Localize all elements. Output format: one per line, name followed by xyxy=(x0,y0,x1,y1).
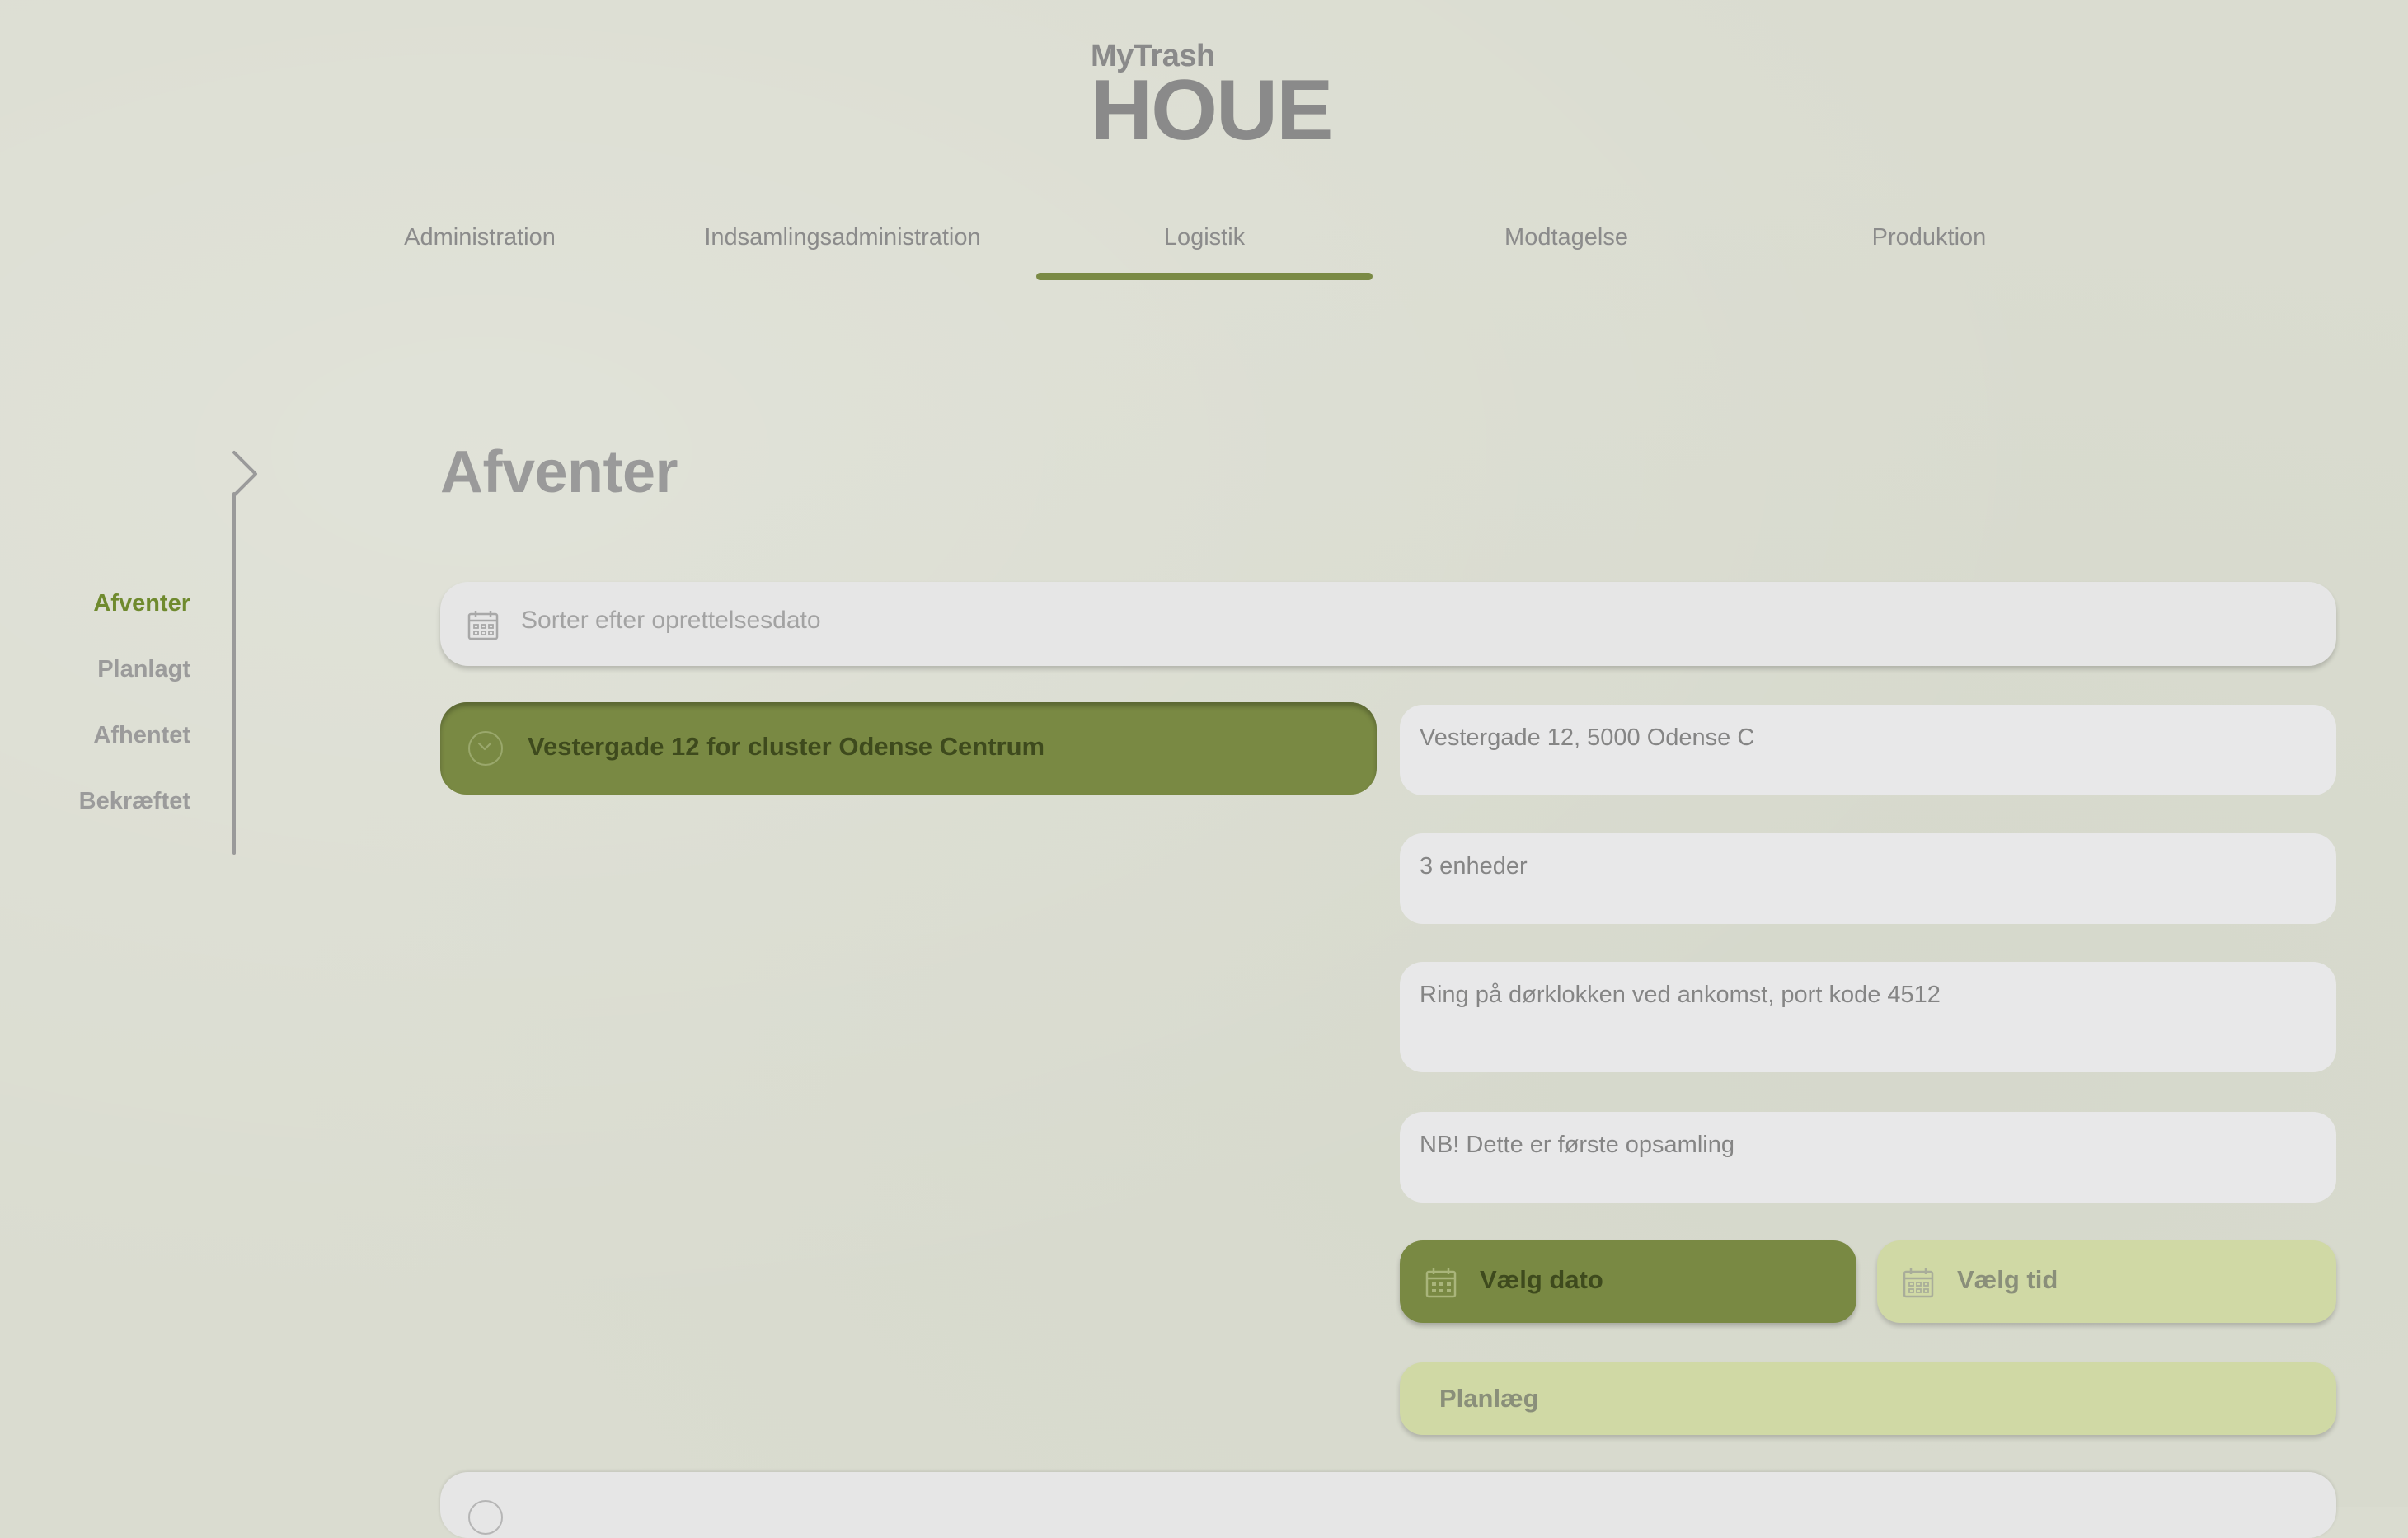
sidenav-item-label: Bekræftet xyxy=(78,788,190,814)
choose-date-button[interactable]: Vælg dato xyxy=(1400,1240,1856,1323)
instructions-value: Ring på dørklokken ved ankomst, port kod… xyxy=(1420,982,1941,1008)
plan-label: Planlæg xyxy=(1439,1384,1539,1413)
calendar-icon xyxy=(1425,1268,1457,1298)
logo-title: HOUE xyxy=(1091,63,1333,158)
logo: MyTrash HOUE xyxy=(1091,40,1333,158)
calendar-icon xyxy=(467,611,499,640)
instructions-field[interactable]: Ring på dørklokken ved ankomst, port kod… xyxy=(1400,962,2336,1072)
tab-label: Produktion xyxy=(1871,224,1987,251)
sort-dropdown[interactable]: Sorter efter oprettelsesdato xyxy=(440,582,2336,666)
order-title: Vestergade 12 for cluster Odense Centrum xyxy=(528,732,1045,761)
sidenav-item-label: Afventer xyxy=(93,590,190,617)
tab-administration[interactable]: Administration xyxy=(378,216,582,282)
choose-time-button[interactable]: Vælg tid xyxy=(1877,1240,2336,1323)
units-field[interactable]: 3 enheder xyxy=(1400,833,2336,924)
choose-date-label: Vælg dato xyxy=(1480,1265,1603,1294)
tab-produktion[interactable]: Produktion xyxy=(1764,216,2094,282)
sidenav-item-afventer[interactable]: Afventer xyxy=(93,590,190,617)
chevron-down-icon[interactable] xyxy=(468,1500,503,1535)
sidenav-item-afhentet[interactable]: Afhentet xyxy=(93,722,190,749)
plan-button[interactable]: Planlæg xyxy=(1400,1362,2336,1435)
tab-modtagelse[interactable]: Modtagelse xyxy=(1401,216,1731,282)
sidenav-divider xyxy=(232,492,236,855)
sidenav-item-bekraeftet[interactable]: Bekræftet xyxy=(79,788,190,815)
sidenav-item-label: Planlagt xyxy=(97,656,190,682)
sort-placeholder: Sorter efter oprettelsesdato xyxy=(521,607,821,634)
note-field[interactable]: NB! Dette er første opsamling xyxy=(1400,1112,2336,1203)
tab-label: Modtagelse xyxy=(1504,224,1628,251)
tab-label: Indsamlingsadministration xyxy=(704,224,981,251)
chevron-right-icon xyxy=(232,451,257,497)
active-tab-indicator xyxy=(1036,273,1373,280)
units-value: 3 enheder xyxy=(1420,853,1528,879)
choose-time-label: Vælg tid xyxy=(1957,1265,2058,1294)
address-value: Vestergade 12, 5000 Odense C xyxy=(1420,724,1755,751)
chevron-down-icon[interactable] xyxy=(468,731,503,766)
calendar-icon xyxy=(1903,1268,1934,1298)
page-title: Afventer xyxy=(440,439,678,505)
tab-indsamlingsadministration[interactable]: Indsamlingsadministration xyxy=(678,216,1007,282)
sidenav-item-planlagt[interactable]: Planlagt xyxy=(97,656,190,683)
top-navigation: Administration Indsamlingsadministration… xyxy=(0,216,2408,282)
order-card[interactable] xyxy=(440,1472,2336,1538)
tab-label: Logistik xyxy=(1163,224,1246,251)
order-card-expanded[interactable]: Vestergade 12 for cluster Odense Centrum xyxy=(440,702,1377,795)
tab-label: Administration xyxy=(404,224,556,251)
tab-logistik[interactable]: Logistik xyxy=(1036,216,1373,282)
address-field[interactable]: Vestergade 12, 5000 Odense C xyxy=(1400,705,2336,795)
sidenav-item-label: Afhentet xyxy=(93,722,190,748)
note-value: NB! Dette er første opsamling xyxy=(1420,1132,1734,1158)
